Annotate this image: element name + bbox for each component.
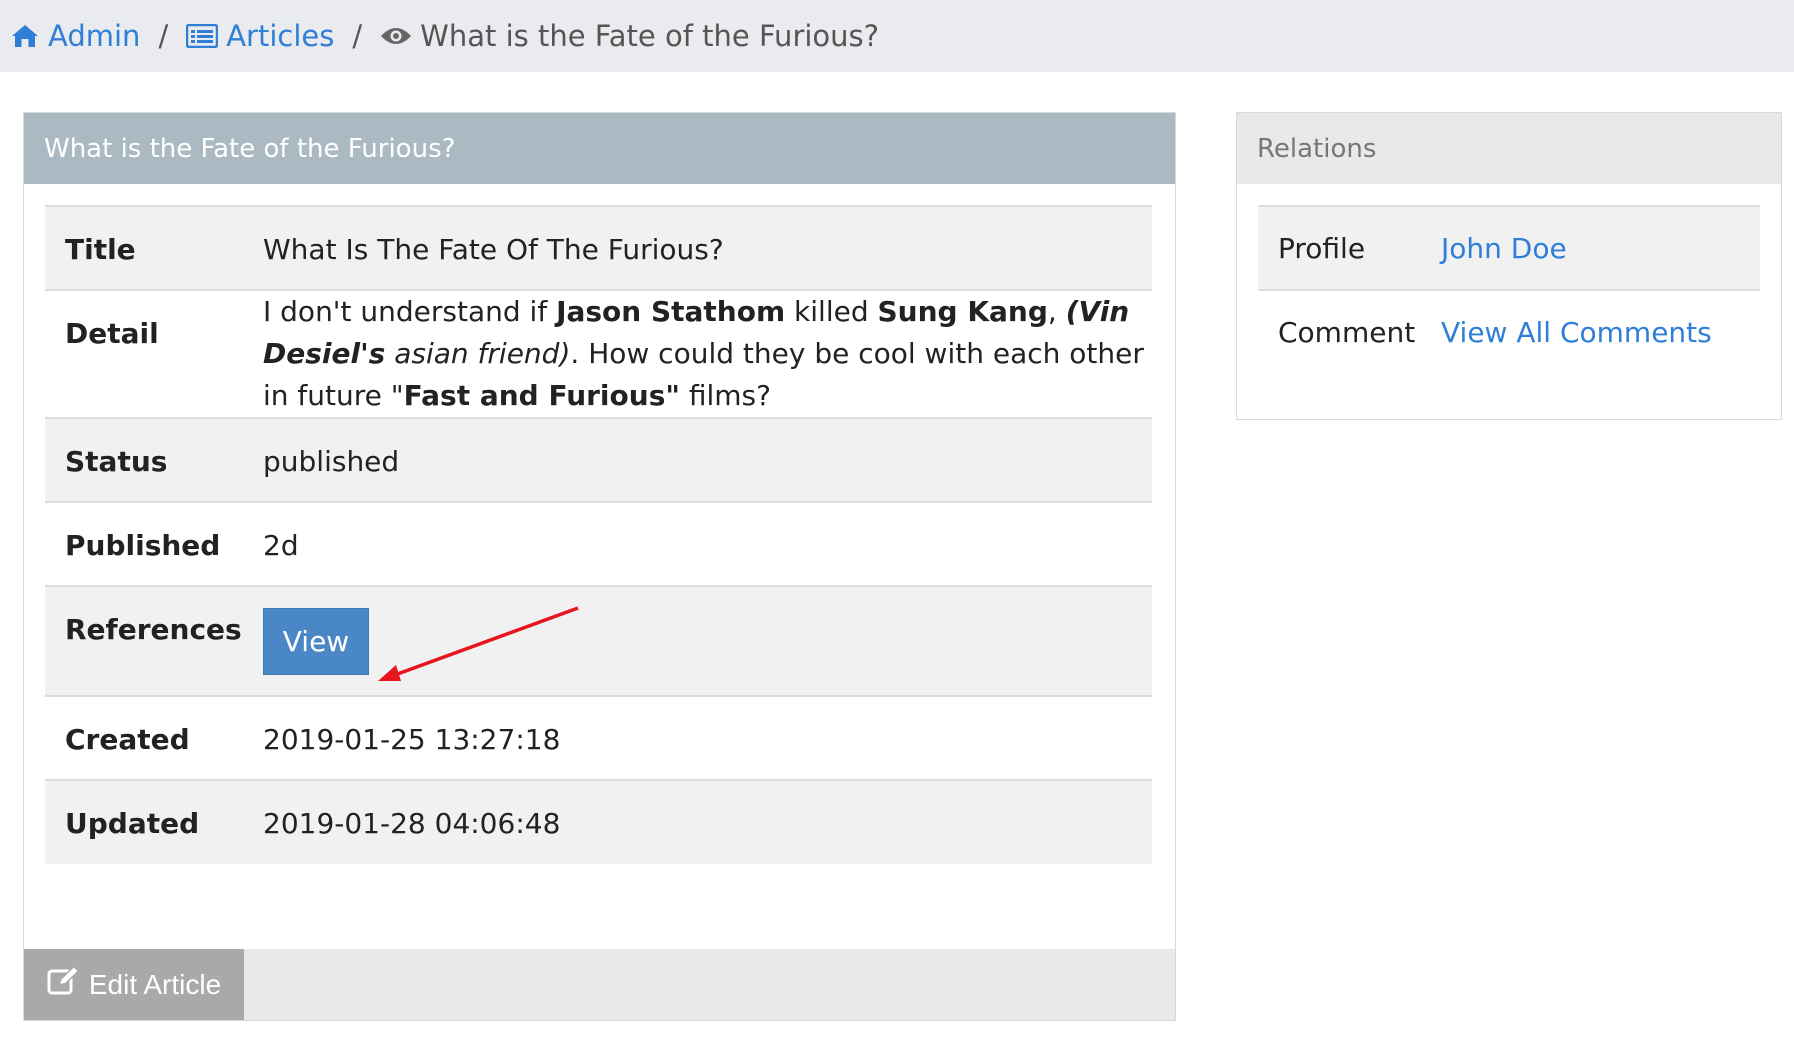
table-row: Profile John Doe — [1258, 206, 1760, 290]
relations-panel-header: Relations — [1237, 113, 1781, 184]
table-row: Comment View All Comments — [1258, 290, 1760, 374]
profile-label: Profile — [1278, 231, 1366, 265]
detail-text: , — [1047, 295, 1066, 328]
profile-link[interactable]: John Doe — [1441, 232, 1567, 265]
detail-bold-text: Sung Kang — [877, 295, 1048, 328]
relations-table: Profile John Doe Comment View All Commen… — [1258, 205, 1760, 374]
table-row: Updated 2019-01-28 04:06:48 — [45, 780, 1152, 864]
status-label: Status — [65, 445, 168, 478]
table-row: Published 2d — [45, 502, 1152, 586]
table-row: References View — [45, 586, 1152, 696]
breadcrumb-articles-link[interactable]: Articles — [186, 19, 334, 53]
created-label: Created — [65, 723, 190, 756]
title-value: What Is The Fate Of The Furious? — [263, 233, 724, 266]
breadcrumb-articles-label: Articles — [226, 19, 335, 53]
detail-label: Detail — [65, 317, 159, 350]
edit-icon — [47, 965, 80, 1003]
breadcrumb-separator: / — [352, 19, 363, 53]
breadcrumb: Admin / Articles / What is the Fate of t… — [0, 0, 1794, 72]
breadcrumb-current: What is the Fate of the Furious? — [380, 19, 879, 53]
title-label: Title — [65, 233, 136, 266]
article-panel-header: What is the Fate of the Furious? — [24, 113, 1175, 184]
table-row: Status published — [45, 418, 1152, 502]
eye-icon — [380, 26, 412, 46]
edit-article-label: Edit Article — [88, 968, 222, 1000]
detail-text: killed — [785, 295, 878, 328]
detail-bold-text: Jason Stathom — [556, 295, 786, 328]
status-value: published — [263, 445, 400, 478]
detail-text: films? — [679, 379, 771, 412]
detail-italic-text: asian friend) — [385, 337, 571, 370]
view-all-comments-link[interactable]: View All Comments — [1441, 316, 1712, 349]
edit-article-button[interactable]: Edit Article — [24, 949, 244, 1020]
created-value: 2019-01-25 13:27:18 — [263, 723, 561, 756]
relations-panel: Relations Profile John Doe Comment View … — [1236, 112, 1782, 420]
table-row: Created 2019-01-25 13:27:18 — [45, 696, 1152, 780]
updated-label: Updated — [65, 807, 200, 840]
detail-text: I don't understand if — [263, 295, 557, 328]
breadcrumb-admin-label: Admin — [48, 19, 141, 53]
article-panel-footer: Edit Article — [24, 949, 1175, 1020]
list-icon — [186, 24, 219, 48]
updated-value: 2019-01-28 04:06:48 — [263, 807, 561, 840]
table-row: Title What Is The Fate Of The Furious? — [45, 206, 1152, 290]
breadcrumb-separator: / — [158, 19, 169, 53]
breadcrumb-current-label: What is the Fate of the Furious? — [420, 19, 880, 53]
table-row: Detail I don't understand if Jason Stath… — [45, 290, 1152, 418]
detail-value: I don't understand if Jason Stathom kill… — [263, 290, 1152, 418]
detail-bold-text: Fast and Furious" — [403, 379, 680, 412]
article-panel: What is the Fate of the Furious? Title W… — [23, 112, 1176, 1021]
references-view-button[interactable]: View — [263, 608, 369, 675]
references-label: References — [65, 613, 242, 646]
published-value: 2d — [263, 529, 299, 562]
home-icon — [10, 23, 40, 49]
annotation-arrow-icon — [378, 606, 579, 681]
comment-label: Comment — [1278, 316, 1416, 349]
breadcrumb-admin-link[interactable]: Admin — [10, 19, 140, 53]
article-detail-table: Title What Is The Fate Of The Furious? D… — [45, 205, 1152, 864]
published-label: Published — [65, 529, 221, 562]
